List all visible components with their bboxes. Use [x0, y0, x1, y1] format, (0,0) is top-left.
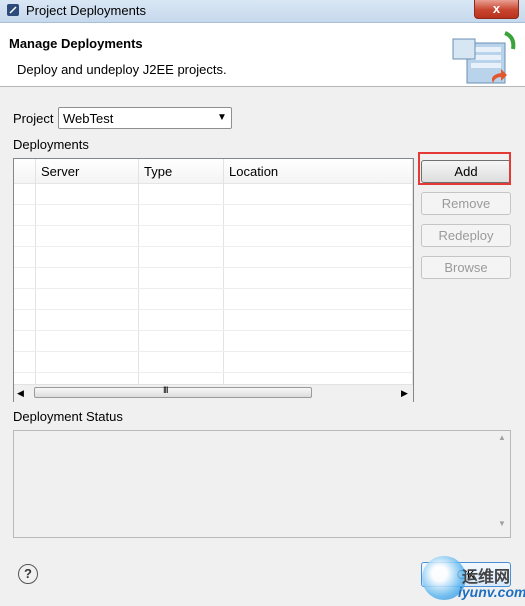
- row-divider: [14, 288, 413, 289]
- deployments-table[interactable]: Server Type Location ◀ III ▶: [13, 158, 414, 402]
- scroll-up-icon[interactable]: ▲: [498, 433, 506, 442]
- column-header-type[interactable]: Type: [144, 164, 172, 179]
- project-selected-value: WebTest: [63, 111, 114, 126]
- row-divider: [14, 309, 413, 310]
- horizontal-scrollbar[interactable]: ◀ III ▶: [14, 384, 413, 402]
- deployment-status-area: ▲ ▼: [13, 430, 511, 538]
- page-description: Deploy and undeploy J2EE projects.: [17, 62, 227, 77]
- row-divider: [14, 225, 413, 226]
- deploy-wizard-icon: [452, 31, 516, 84]
- row-divider: [14, 330, 413, 331]
- remove-button[interactable]: Remove: [421, 192, 511, 215]
- deployment-status-label: Deployment Status: [13, 409, 123, 424]
- window-title: Project Deployments: [26, 3, 146, 18]
- row-divider: [14, 267, 413, 268]
- scrollbar-thumb[interactable]: III: [34, 385, 312, 398]
- row-divider: [14, 246, 413, 247]
- chevron-down-icon: ▼: [217, 112, 227, 123]
- row-divider: [14, 372, 413, 373]
- row-divider: [14, 351, 413, 352]
- column-header-location[interactable]: Location: [229, 164, 278, 179]
- browse-button[interactable]: Browse: [421, 256, 511, 279]
- column-header-server[interactable]: Server: [41, 164, 79, 179]
- project-dropdown[interactable]: WebTest ▼: [58, 107, 232, 129]
- watermark-url: iyunv.com: [458, 584, 525, 600]
- scroll-grip-icon: III: [163, 385, 168, 395]
- scroll-right-icon[interactable]: ▶: [401, 388, 408, 399]
- table-header: Server Type Location: [14, 159, 413, 184]
- deployments-label: Deployments: [13, 137, 89, 152]
- row-divider: [14, 204, 413, 205]
- title-bar[interactable]: Project Deployments x: [0, 0, 525, 23]
- project-label: Project: [13, 111, 54, 126]
- close-window-button[interactable]: x: [474, 0, 519, 19]
- help-icon[interactable]: ?: [18, 564, 38, 584]
- page-title: Manage Deployments: [9, 36, 143, 51]
- eclipse-app-icon: [7, 4, 19, 16]
- scroll-down-icon[interactable]: ▼: [498, 519, 506, 528]
- redeploy-button[interactable]: Redeploy: [421, 224, 511, 247]
- highlight-box: [418, 152, 511, 185]
- scroll-left-icon[interactable]: ◀: [17, 388, 24, 399]
- vertical-scrollbar[interactable]: ▲ ▼: [496, 431, 510, 537]
